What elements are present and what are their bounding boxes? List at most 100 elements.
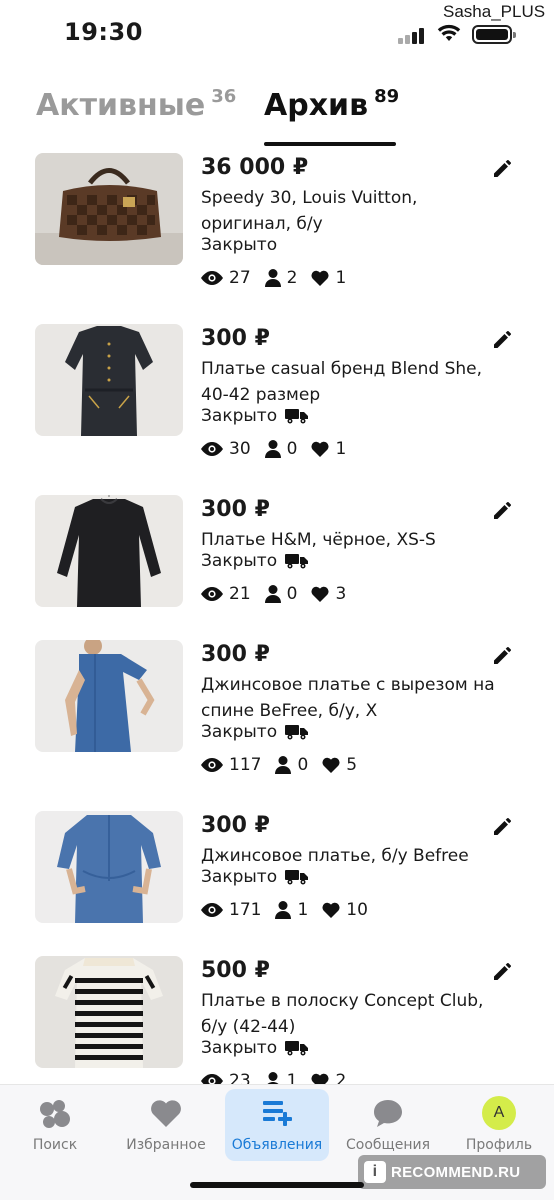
tab-count: 36 bbox=[211, 86, 237, 107]
contacts-stat: 2 bbox=[264, 268, 298, 288]
delivery-truck-icon bbox=[285, 870, 309, 885]
likes-stat: 1 bbox=[311, 439, 346, 459]
battery-icon bbox=[472, 25, 516, 44]
listing-item[interactable]: 36 000 ₽ Speedy 30, Louis Vuitton, ориги… bbox=[0, 153, 554, 313]
listing-status-row: Закрыто bbox=[201, 551, 309, 571]
nav-label: Сообщения bbox=[345, 1137, 430, 1153]
contacts-count: 0 bbox=[286, 439, 298, 459]
eye-icon bbox=[201, 903, 223, 917]
likes-stat: 10 bbox=[322, 900, 368, 920]
views-count: 21 bbox=[229, 584, 251, 604]
likes-count: 1 bbox=[335, 268, 347, 288]
listing-stats: 171 1 10 bbox=[201, 900, 382, 920]
listing-stats: 117 0 5 bbox=[201, 755, 371, 775]
tab-archive[interactable]: Архив 89 bbox=[264, 86, 400, 123]
contacts-stat: 1 bbox=[265, 1071, 297, 1085]
listing-price: 300 ₽ bbox=[201, 326, 270, 351]
listing-status: Закрыто bbox=[201, 235, 278, 255]
avatar: A bbox=[482, 1096, 516, 1130]
likes-stat: 3 bbox=[311, 584, 346, 604]
tab-count: 89 bbox=[374, 86, 400, 107]
edit-pencil-icon[interactable] bbox=[492, 499, 514, 521]
eye-icon bbox=[201, 271, 223, 285]
likes-count: 2 bbox=[335, 1071, 347, 1085]
listing-status-row: Закрыто bbox=[201, 1038, 309, 1058]
nav-label: Избранное bbox=[126, 1137, 206, 1153]
nav-favorites[interactable]: Избранное bbox=[111, 1085, 221, 1165]
listing-status: Закрыто bbox=[201, 722, 278, 742]
likes-count: 10 bbox=[346, 900, 368, 920]
edit-pencil-icon[interactable] bbox=[492, 644, 514, 666]
listing-title[interactable]: Джинсовое платье, б/у Befree bbox=[201, 843, 501, 869]
views-stat: 171 bbox=[201, 900, 261, 920]
listing-image[interactable] bbox=[35, 811, 183, 923]
watermark-text: RECOMMEND.RU bbox=[391, 1163, 521, 1181]
wifi-icon bbox=[437, 24, 461, 41]
nav-label: Профиль bbox=[465, 1137, 533, 1153]
listing-item[interactable]: 300 ₽ Джинсовое платье с вырезом на спин… bbox=[0, 640, 554, 800]
listing-image[interactable] bbox=[35, 956, 183, 1068]
status-time: 19:30 bbox=[64, 18, 143, 46]
contacts-stat: 0 bbox=[275, 755, 308, 775]
watermark-logo-icon: i bbox=[364, 1161, 386, 1183]
contacts-stat: 0 bbox=[264, 584, 298, 604]
listing-stats: 23 1 2 bbox=[201, 1071, 360, 1085]
listing-status-row: Закрыто bbox=[201, 406, 309, 426]
heart-icon bbox=[311, 586, 329, 602]
person-icon bbox=[264, 440, 281, 458]
listings-add-icon bbox=[263, 1101, 292, 1126]
listing-title[interactable]: Платье H&M, чёрное, XS-S bbox=[201, 527, 501, 553]
heart-icon bbox=[151, 1100, 181, 1127]
listing-price: 300 ₽ bbox=[201, 813, 270, 838]
listing-image[interactable] bbox=[35, 153, 183, 265]
listing-image[interactable] bbox=[35, 324, 183, 436]
contacts-stat: 1 bbox=[275, 900, 308, 920]
home-indicator bbox=[190, 1182, 364, 1188]
edit-pencil-icon[interactable] bbox=[492, 960, 514, 982]
listing-item[interactable]: 300 ₽ Платье H&M, чёрное, XS-S Закрыто 2… bbox=[0, 495, 554, 655]
nav-profile[interactable]: A Профиль bbox=[444, 1085, 554, 1165]
tab-active[interactable]: Активные 36 bbox=[36, 86, 237, 123]
edit-pencil-icon[interactable] bbox=[492, 328, 514, 350]
listing-image[interactable] bbox=[35, 640, 183, 752]
listing-title[interactable]: Джинсовое платье с вырезом на спине BeFr… bbox=[201, 672, 501, 724]
listing-status-row: Закрыто bbox=[201, 722, 309, 742]
views-stat: 30 bbox=[201, 439, 251, 459]
contacts-count: 0 bbox=[286, 584, 298, 604]
heart-icon bbox=[322, 902, 340, 918]
views-count: 23 bbox=[229, 1071, 251, 1085]
nav-listings[interactable]: Объявления bbox=[222, 1085, 332, 1165]
views-count: 117 bbox=[229, 755, 262, 775]
listing-tabs: Активные 36 Архив 89 bbox=[36, 86, 536, 148]
delivery-truck-icon bbox=[285, 554, 309, 569]
listing-stats: 30 0 1 bbox=[201, 439, 360, 459]
listing-status: Закрыто bbox=[201, 1038, 278, 1058]
likes-count: 5 bbox=[346, 755, 358, 775]
listing-title[interactable]: Speedy 30, Louis Vuitton, оригинал, б/у bbox=[201, 185, 501, 237]
nav-messages[interactable]: Сообщения bbox=[333, 1085, 443, 1165]
tab-label: Архив bbox=[264, 88, 369, 123]
chat-bubble-icon bbox=[374, 1100, 402, 1127]
likes-count: 3 bbox=[335, 584, 347, 604]
listing-title[interactable]: Платье casual бренд Blend She, 40-42 раз… bbox=[201, 356, 501, 408]
nav-search[interactable]: Поиск bbox=[0, 1085, 110, 1165]
listing-title[interactable]: Платье в полоску Concept Club, б/у (42-4… bbox=[201, 988, 501, 1040]
views-stat: 23 bbox=[201, 1071, 251, 1085]
listing-status-row: Закрыто bbox=[201, 867, 309, 887]
listing-item[interactable]: 300 ₽ Джинсовое платье, б/у Befree Закры… bbox=[0, 811, 554, 971]
edit-pencil-icon[interactable] bbox=[492, 157, 514, 179]
views-stat: 27 bbox=[201, 268, 251, 288]
contacts-count: 2 bbox=[286, 268, 298, 288]
views-count: 171 bbox=[229, 900, 262, 920]
listing-image[interactable] bbox=[35, 495, 183, 607]
listing-item[interactable]: 500 ₽ Платье в полоску Concept Club, б/у… bbox=[0, 956, 554, 1085]
views-stat: 21 bbox=[201, 584, 251, 604]
likes-count: 1 bbox=[335, 439, 347, 459]
listings-list[interactable]: 36 000 ₽ Speedy 30, Louis Vuitton, ориги… bbox=[0, 150, 554, 1085]
listing-status: Закрыто bbox=[201, 867, 278, 887]
listing-price: 300 ₽ bbox=[201, 642, 270, 667]
edit-pencil-icon[interactable] bbox=[492, 815, 514, 837]
listing-status: Закрыто bbox=[201, 551, 278, 571]
listing-item[interactable]: 300 ₽ Платье casual бренд Blend She, 40-… bbox=[0, 324, 554, 484]
delivery-truck-icon bbox=[285, 725, 309, 740]
